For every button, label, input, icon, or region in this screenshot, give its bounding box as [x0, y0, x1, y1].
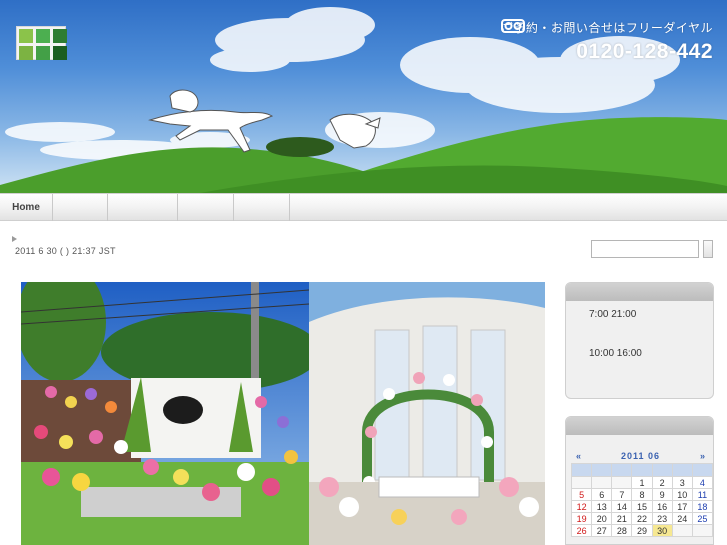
calendar-empty-cell: [671, 524, 693, 537]
weekday-header-cell: [671, 463, 693, 477]
calendar-empty-cell: [611, 476, 633, 489]
calendar-day[interactable]: 2: [651, 476, 673, 489]
memorial-garden-photo: [21, 282, 309, 545]
calendar-day[interactable]: 9: [651, 488, 673, 501]
calendar-grid: 1 2 3 4 5 6 7 8 9 10 11 12 13 14 15 16 17 18 19 20 21 22 23 24 2…: [570, 463, 713, 537]
calendar-day[interactable]: 22: [631, 512, 653, 525]
calendar-day[interactable]: 23: [651, 512, 673, 525]
calendar-day[interactable]: 20: [591, 512, 613, 525]
calendar-day[interactable]: 4: [691, 476, 713, 489]
weekday-header-cell: [651, 463, 673, 477]
calendar-day[interactable]: 11: [691, 488, 713, 501]
calendar-box-header: [566, 417, 713, 435]
weekday-header-cell: [631, 463, 653, 477]
phone-row: 0120-128-442: [500, 19, 713, 64]
calendar-day[interactable]: 26: [570, 524, 593, 537]
contact-tagline: ご予約・お問い合せはフリーダイヤル: [500, 21, 713, 35]
calendar-month: 2011 06: [620, 451, 661, 461]
calendar-day[interactable]: 27: [591, 524, 613, 537]
calendar-day[interactable]: 28: [611, 524, 633, 537]
triangle-bullet-icon: [12, 236, 17, 242]
nav-item-2[interactable]: [53, 194, 108, 221]
weekday-header-cell: [570, 463, 593, 477]
calendar-day[interactable]: 7: [611, 488, 633, 501]
logo-cell: [19, 29, 33, 43]
logo-cell: [19, 46, 33, 60]
logo-cell: [36, 46, 50, 60]
calendar-day[interactable]: 10: [671, 488, 693, 501]
calendar-day[interactable]: 15: [631, 500, 653, 513]
hours-line-1: 7:00 21:00: [589, 309, 637, 320]
weekday-header-cell: [591, 463, 613, 477]
contact-info: ご予約・お問い合せはフリーダイヤル 0120-128-442: [500, 19, 713, 64]
calendar-week-row: 1234: [570, 476, 713, 489]
free-dial-icon: [500, 19, 525, 33]
calendar-day[interactable]: 16: [651, 500, 673, 513]
calendar-day[interactable]: 30: [651, 524, 673, 537]
calendar-header: « 2011 06 »: [572, 451, 709, 461]
nav-home[interactable]: Home: [0, 194, 53, 221]
calendar-week-row: 5 6 7 8 9 10 11: [570, 488, 713, 501]
calendar-day[interactable]: 12: [570, 500, 593, 513]
calendar-week-row: 26 27 28 29 30: [570, 524, 713, 537]
logo-cell: [53, 29, 67, 43]
search-button[interactable]: [703, 240, 713, 258]
calendar-day[interactable]: 13: [591, 500, 613, 513]
nav-item-4[interactable]: [178, 194, 234, 221]
hours-line-2: 10:00 16:00: [589, 348, 642, 359]
calendar-empty-cell: [691, 524, 713, 537]
nav-item-3[interactable]: [108, 194, 178, 221]
search-input[interactable]: [591, 240, 699, 258]
logo-cell: [36, 29, 50, 43]
calendar-day[interactable]: 14: [611, 500, 633, 513]
nav-item-5[interactable]: [234, 194, 290, 221]
calendar-day[interactable]: 6: [591, 488, 613, 501]
header-banner: ご予約・お問い合せはフリーダイヤル 0120-128-442: [0, 0, 727, 193]
memorial-chapel-photo: [309, 282, 545, 545]
calendar-day[interactable]: 25: [691, 512, 713, 525]
calendar-empty-cell: [570, 476, 593, 489]
calendar-day[interactable]: 21: [611, 512, 633, 525]
next-month-button[interactable]: »: [696, 451, 709, 461]
business-hours-box: 7:00 21:00 10:00 16:00: [565, 282, 714, 399]
chapel-photo-image: [309, 282, 545, 545]
weekday-header-cell: [691, 463, 713, 477]
calendar-day[interactable]: 3: [671, 476, 693, 489]
calendar-week-row: 12 13 14 15 16 17 18: [570, 500, 713, 513]
calendar-day[interactable]: 17: [671, 500, 693, 513]
calendar-empty-cell: [591, 476, 613, 489]
calendar-day[interactable]: 18: [691, 500, 713, 513]
site-logo[interactable]: [16, 26, 67, 60]
calendar-day[interactable]: 24: [671, 512, 693, 525]
date-line: 2011 6 30 ( ) 21:37 JST: [15, 246, 116, 256]
garden-photo-image: [21, 282, 309, 545]
logo-cell: [53, 46, 67, 60]
calendar-day[interactable]: 29: [631, 524, 653, 537]
hours-box-header: [566, 283, 713, 301]
calendar-day[interactable]: 8: [631, 488, 653, 501]
calendar-day[interactable]: 5: [570, 488, 593, 501]
weekday-header-row: [570, 463, 713, 477]
calendar-day[interactable]: 19: [570, 512, 593, 525]
main-nav: Home: [0, 193, 727, 221]
phone-number[interactable]: 0120-128-442: [576, 40, 713, 64]
calendar-day[interactable]: 1: [631, 476, 653, 489]
calendar-week-row: 19 20 21 22 23 24 25: [570, 512, 713, 525]
weekday-header-cell: [611, 463, 633, 477]
prev-month-button[interactable]: «: [572, 451, 585, 461]
calendar-box: « 2011 06 » 1 2 3 4 5 6 7 8 9 10 11 12 13 14 15 16 17 18 1…: [565, 416, 714, 545]
